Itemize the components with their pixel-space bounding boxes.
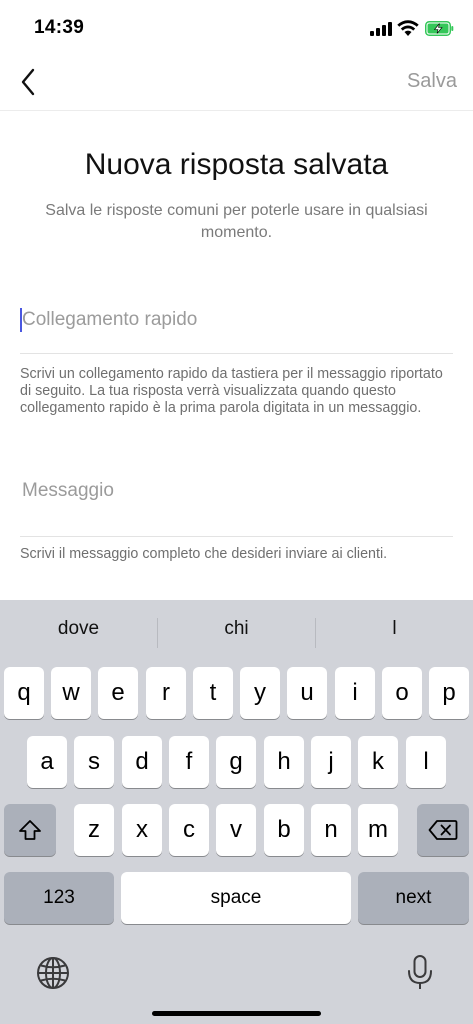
shortcut-field (20, 300, 453, 340)
space-key[interactable]: space (121, 872, 351, 924)
page-title: Nuova risposta salvata (84, 148, 389, 181)
shift-icon (19, 820, 41, 840)
key-t[interactable]: t (193, 667, 233, 719)
key-w[interactable]: w (51, 667, 91, 719)
status-bar: 14:39 (0, 0, 473, 56)
key-l[interactable]: l (406, 736, 446, 788)
delete-key[interactable] (417, 804, 469, 856)
back-button[interactable] (12, 64, 44, 100)
shift-key[interactable] (4, 804, 56, 856)
key-u[interactable]: u (287, 667, 327, 719)
key-a[interactable]: a (27, 736, 67, 788)
microphone-icon[interactable] (406, 954, 434, 992)
suggestion-item[interactable]: l (316, 618, 473, 640)
home-indicator (152, 1011, 321, 1016)
navigation-bar: Salva (0, 56, 473, 111)
key-j[interactable]: j (311, 736, 351, 788)
suggestion-item[interactable]: dove (0, 618, 157, 640)
key-c[interactable]: c (169, 804, 209, 856)
key-g[interactable]: g (216, 736, 256, 788)
message-divider (20, 536, 453, 537)
wifi-icon (397, 20, 419, 36)
key-d[interactable]: d (122, 736, 162, 788)
key-v[interactable]: v (216, 804, 256, 856)
key-h[interactable]: h (264, 736, 304, 788)
keyboard: dove chi l q w e r t y u i o p a s d f g… (0, 600, 473, 1024)
shortcut-input[interactable] (20, 300, 453, 340)
key-e[interactable]: e (98, 667, 138, 719)
key-i[interactable]: i (335, 667, 375, 719)
page-subtitle: Salva le risposte comuni per poterle usa… (45, 202, 428, 241)
key-r[interactable]: r (146, 667, 186, 719)
backspace-icon (428, 820, 458, 840)
message-helper-text: Scrivi il messaggio completo che desider… (20, 546, 388, 562)
key-s[interactable]: s (74, 736, 114, 788)
chevron-left-icon (21, 68, 35, 96)
suggestion-item[interactable]: chi (158, 618, 315, 640)
globe-icon[interactable] (36, 956, 70, 990)
key-f[interactable]: f (169, 736, 209, 788)
message-field (20, 471, 453, 511)
key-k[interactable]: k (358, 736, 398, 788)
next-key[interactable]: next (358, 872, 469, 924)
message-input[interactable] (20, 471, 453, 511)
save-button[interactable]: Salva (407, 70, 457, 93)
text-cursor (20, 308, 22, 332)
suggestion-bar: dove chi l (0, 600, 473, 664)
key-q[interactable]: q (4, 667, 44, 719)
key-p[interactable]: p (429, 667, 469, 719)
key-m[interactable]: m (358, 804, 398, 856)
numbers-key[interactable]: 123 (4, 872, 114, 924)
key-n[interactable]: n (311, 804, 351, 856)
key-z[interactable]: z (74, 804, 114, 856)
shortcut-helper-text: Scrivi un collegamento rapido da tastier… (20, 366, 443, 416)
battery-charging-icon (425, 21, 454, 36)
status-time: 14:39 (34, 17, 85, 38)
shortcut-divider (20, 353, 453, 354)
cellular-signal-icon (370, 22, 392, 36)
key-y[interactable]: y (240, 667, 280, 719)
key-x[interactable]: x (122, 804, 162, 856)
key-o[interactable]: o (382, 667, 422, 719)
key-b[interactable]: b (264, 804, 304, 856)
